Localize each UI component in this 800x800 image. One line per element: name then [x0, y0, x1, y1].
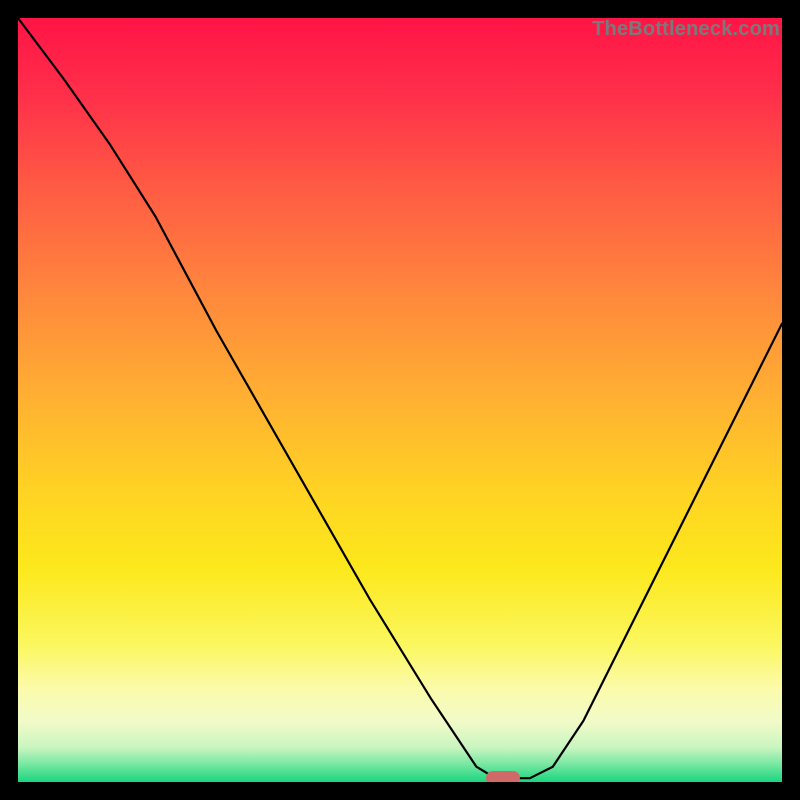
optimal-marker [486, 771, 520, 782]
chart-svg [18, 18, 782, 782]
plot-area: TheBottleneck.com [18, 18, 782, 782]
chart-frame: TheBottleneck.com [0, 0, 800, 800]
watermark-text: TheBottleneck.com [592, 18, 780, 41]
gradient-background [18, 18, 782, 782]
